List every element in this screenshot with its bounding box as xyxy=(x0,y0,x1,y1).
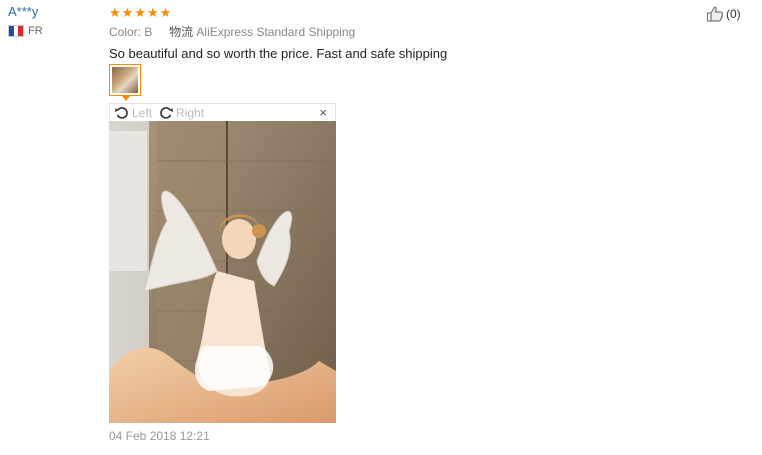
viewer-toolbar: Left Right × xyxy=(109,103,336,121)
rotate-right-icon[interactable] xyxy=(158,105,174,121)
color-value: B xyxy=(144,25,153,39)
star-icon: ★ xyxy=(109,4,121,20)
review-text: So beautiful and so worth the price. Fas… xyxy=(109,46,448,61)
country-code: FR xyxy=(28,25,43,37)
thumbnail-image xyxy=(112,67,138,93)
shipping-prefix: 物流 xyxy=(169,25,194,39)
review-content: ★ ★ ★ ★ ★ Color: B 物流 AliExpress Standar… xyxy=(109,4,669,62)
review-photo-thumbnail[interactable] xyxy=(109,64,141,101)
helpful-button[interactable]: (0) xyxy=(706,5,741,23)
photo-viewer: Left Right × xyxy=(109,103,336,423)
star-icon: ★ xyxy=(146,4,159,20)
helpful-count: (0) xyxy=(726,7,741,21)
rotate-right-button[interactable]: Right xyxy=(176,106,204,120)
color-label: Color: xyxy=(109,25,142,39)
reviewer-info: A***y FR xyxy=(8,4,43,37)
review-meta: Color: B 物流 AliExpress Standard Shipping xyxy=(109,23,669,40)
star-rating: ★ ★ ★ ★ ★ xyxy=(109,4,669,20)
thumbnail-pointer xyxy=(122,96,130,101)
shipping-method: AliExpress Standard Shipping xyxy=(196,25,356,39)
rotate-left-button[interactable]: Left xyxy=(132,106,152,120)
star-icon: ★ xyxy=(159,4,172,20)
rotate-left-icon[interactable] xyxy=(114,105,130,121)
reviewer-name[interactable]: A***y xyxy=(8,4,43,20)
review-date: 04 Feb 2018 12:21 xyxy=(109,429,210,443)
review-photo xyxy=(109,121,336,423)
close-icon[interactable]: × xyxy=(319,105,327,120)
thumbs-up-icon[interactable] xyxy=(706,5,724,23)
reviewer-country: FR xyxy=(8,25,43,37)
france-flag-icon xyxy=(8,25,24,37)
star-icon: ★ xyxy=(134,4,146,20)
star-icon: ★ xyxy=(121,4,134,20)
